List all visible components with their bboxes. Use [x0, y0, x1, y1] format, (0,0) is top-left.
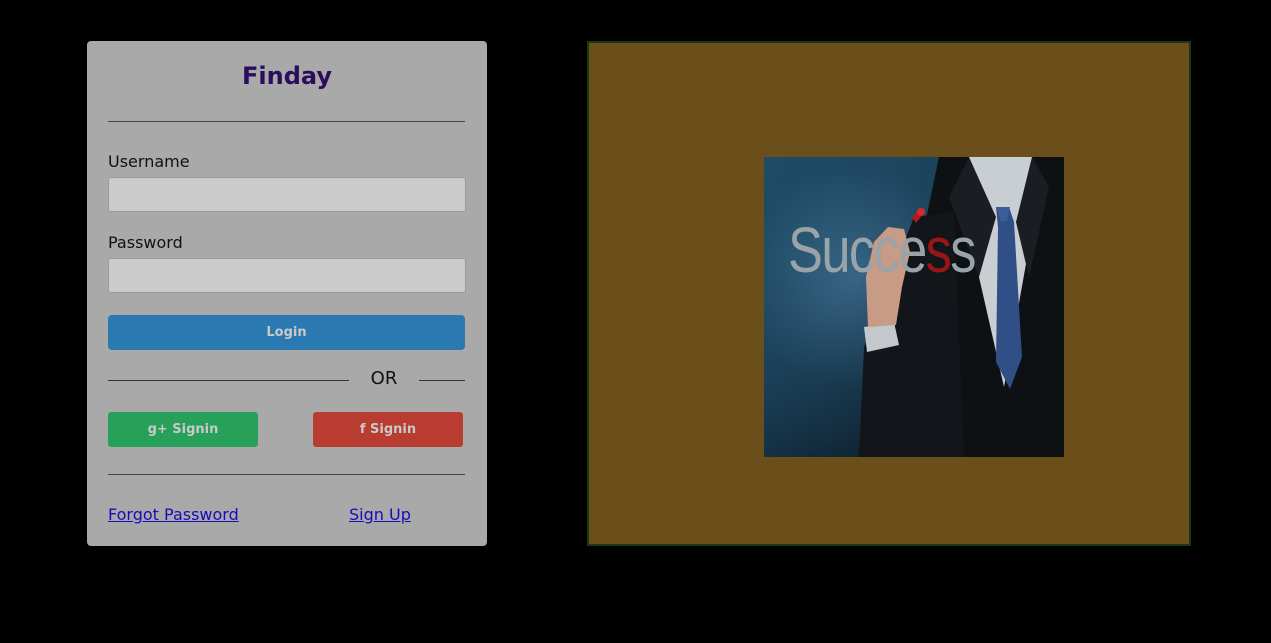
facebook-signin-button[interactable]: f Signin	[313, 412, 463, 447]
username-label: Username	[108, 152, 190, 171]
app-title: Finday	[242, 62, 332, 90]
success-businessman-photo: Success	[764, 157, 1064, 457]
login-card: Finday Username Password Login OR g+ Sig…	[87, 41, 487, 546]
success-word: Success	[788, 214, 976, 286]
username-input[interactable]	[108, 177, 466, 212]
bottom-divider	[108, 474, 465, 475]
success-text-end: s	[950, 214, 976, 286]
success-text-start: Succe	[788, 214, 927, 286]
businessman-figure	[859, 157, 1064, 457]
success-text-red-letter: s	[925, 214, 952, 286]
login-button[interactable]: Login	[108, 315, 465, 350]
forgot-password-link[interactable]: Forgot Password	[108, 505, 239, 525]
or-separator-text: OR	[370, 368, 398, 389]
top-divider	[108, 121, 465, 122]
sign-up-link[interactable]: Sign Up	[349, 505, 411, 525]
password-label: Password	[108, 233, 183, 252]
or-divider-right	[419, 380, 465, 381]
password-input[interactable]	[108, 258, 466, 293]
google-signin-button[interactable]: g+ Signin	[108, 412, 258, 447]
image-panel: Success	[587, 41, 1191, 546]
or-divider-left	[108, 380, 349, 381]
